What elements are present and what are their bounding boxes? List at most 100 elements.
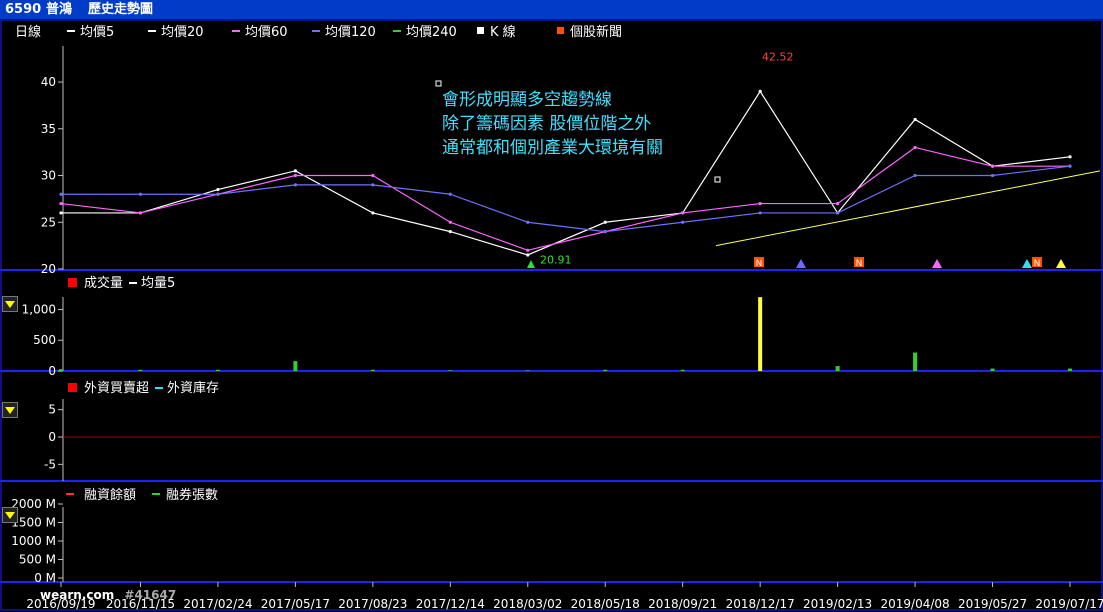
footer-watermark: wearn.com #41647 (40, 588, 176, 602)
price-legend-item: 個股新聞 (570, 24, 622, 40)
event-marker (1056, 259, 1066, 268)
legend-swatch (477, 27, 484, 34)
price-point (526, 220, 530, 224)
volume-bar (293, 361, 298, 371)
price-point (990, 164, 995, 168)
foreign-y-tick-label: -5 (44, 457, 56, 471)
price-point (448, 220, 452, 224)
low-label: 20.91 (540, 253, 572, 266)
price-point (603, 220, 607, 224)
annotation-handle (435, 80, 442, 87)
price-point (448, 192, 452, 196)
price-point (138, 211, 143, 215)
news-marker-letter: N (756, 259, 763, 269)
price-point (836, 211, 840, 215)
x-tick-label: 2018/09/21 (648, 597, 717, 611)
price-point (758, 89, 762, 93)
price-point (913, 173, 917, 178)
price-point (59, 201, 63, 206)
volume-panel-menu-button[interactable] (2, 296, 18, 312)
volume-bar (448, 370, 453, 371)
x-tick-label: 2019/02/13 (803, 597, 872, 611)
counter: #41647 (124, 588, 177, 602)
legend-swatch (557, 27, 564, 34)
volume-bar (138, 369, 143, 371)
volume-y-tick-label: 1,000 (22, 302, 56, 316)
foreign-y-tick-label: 5 (48, 403, 56, 417)
low-marker (527, 260, 535, 268)
price-point (371, 173, 375, 178)
price-point (216, 192, 220, 196)
volume-swatch (68, 278, 77, 287)
price-point (758, 201, 762, 206)
period-label: 日線 (15, 24, 41, 40)
volume-bar (59, 369, 63, 371)
volume-panel: 0 500 1,000 (22, 297, 1072, 378)
volume-bar (680, 369, 685, 371)
margin-panel: 0 M500 M1000 M1500 M2000 M (11, 497, 63, 585)
price-point (371, 183, 375, 187)
price-y-tick-label: 35 (41, 122, 56, 136)
price-legend-item: 均價60 (245, 25, 288, 40)
foreign-panel-menu-button[interactable] (2, 402, 18, 418)
foreign-panel: -5 0 5 (44, 403, 1100, 471)
price-point (913, 145, 917, 150)
price-point (836, 201, 840, 206)
price-point (758, 211, 762, 215)
price-y-tick-label: 30 (41, 169, 56, 183)
volume-ma5-label: 均量5 (141, 276, 175, 291)
price-point (1068, 155, 1072, 159)
x-tick-label: 2017/12/14 (416, 597, 485, 611)
price-y-tick-label: 25 (41, 215, 56, 229)
price-legend-item: 均價240 (406, 25, 457, 40)
stock-name: 普鴻 (46, 2, 73, 17)
foreign-net-label: 外資買賣超 (84, 381, 149, 396)
margin-y-tick-label: 1000 M (11, 534, 56, 548)
chart-title: 歷史走勢圖 (88, 2, 154, 17)
price-point (371, 211, 375, 215)
event-marker (1022, 259, 1032, 268)
price-point (216, 187, 220, 192)
high-label: 42.52 (762, 51, 794, 64)
price-point (526, 253, 530, 257)
foreign-holding-label: 外資庫存 (167, 381, 219, 396)
volume-bar (913, 352, 918, 371)
stock-code: 6590 (5, 2, 42, 17)
volume-bar (758, 297, 763, 371)
volume-bar (990, 368, 995, 371)
x-tick-label: 2019/04/08 (880, 597, 949, 611)
short-count-label: 融券張數 (166, 487, 218, 503)
x-tick-label: 2019/05/27 (958, 597, 1027, 611)
x-tick-label: 2017/05/17 (261, 597, 330, 611)
price-point (293, 173, 297, 178)
annotation-line: 除了籌碼因素 股價位階之外 (442, 114, 651, 134)
price-point (990, 173, 995, 178)
price-point (293, 183, 297, 187)
volume-bar (603, 369, 608, 371)
margin-y-tick-label: 0 M (34, 571, 56, 585)
trend-line (715, 170, 1101, 247)
volume-bar (525, 370, 530, 371)
price-point (59, 211, 63, 215)
price-point (138, 192, 143, 196)
price-point (526, 248, 530, 252)
price-point (59, 192, 63, 196)
price-legend-item: 均價5 (80, 25, 114, 40)
price-point (448, 230, 452, 234)
price-marks: 42.52 20.91 N N N 會形成明顯多空趨勢線除了籌碼因素 股價位階之外通常都和… (59, 51, 1101, 269)
news-marker-letter: N (856, 259, 863, 269)
price-legend-item: 均價120 (325, 25, 376, 40)
price-point (681, 211, 685, 215)
site-mark: wearn.com (40, 588, 115, 602)
margin-panel-menu-button[interactable] (2, 507, 18, 523)
x-tick-label: 2018/03/02 (493, 597, 562, 611)
x-tick-label: 2017/08/23 (338, 597, 407, 611)
foreign-y-tick-label: 0 (48, 430, 56, 444)
volume-label: 成交量 (84, 275, 123, 291)
chart-area: 20 25 30 35 40 42.52 20.91 N N N 會形成明顯多空趨勢線除了籌碼因素… (0, 19, 1103, 611)
event-marker (796, 259, 806, 268)
volume-bar (1068, 368, 1072, 371)
news-marker-letter: N (1034, 259, 1041, 269)
foreign-net-swatch (68, 383, 77, 392)
margin-y-tick-label: 500 M (19, 553, 56, 567)
